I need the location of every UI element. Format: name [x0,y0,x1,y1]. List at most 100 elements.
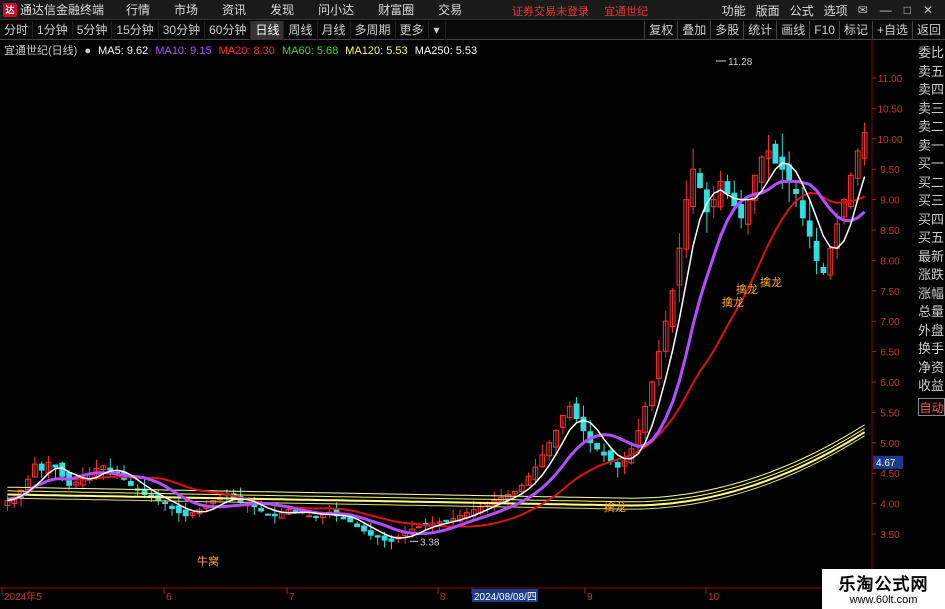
y-tick-label: 7.00 [880,317,900,328]
ma5-line [7,162,866,539]
side-item[interactable]: 买一 [918,155,945,174]
side-item[interactable]: 卖五 [918,63,945,82]
candle-body [265,513,271,516]
tool-fuquan[interactable]: 复权 [644,21,677,40]
tool-fanhui[interactable]: 返回 [911,21,945,40]
signal-label: 牛窝 [197,554,219,568]
side-item[interactable]: 最新 [918,248,945,267]
menu-item-zixun[interactable]: 资讯 [222,1,246,18]
tool-huaxian[interactable]: 画线 [776,21,809,40]
side-item[interactable]: 买二 [918,174,945,193]
chart-grid [0,40,918,609]
candle-body [607,450,614,462]
candle-body [786,164,793,182]
close-icon[interactable]: ✕ [923,3,933,17]
chart-stock-label: 宜通世纪(日线) [4,45,78,57]
tool-f10[interactable]: F10 [809,21,839,40]
menu-item-shichang[interactable]: 市场 [174,1,198,18]
candle-body [415,526,422,529]
period-monthly[interactable]: 月线 [318,20,351,40]
app-title: 通达信金融终端 [20,3,105,17]
candle-body [340,516,347,520]
x-tick-label: 8 [440,592,446,603]
side-item[interactable]: 买五 [918,229,945,248]
candle-body [175,505,182,514]
period-60min[interactable]: 60分钟 [205,20,252,40]
y-tick-label: 3.50 [880,530,900,541]
signal-label: 擒龙 [722,295,744,309]
side-item[interactable]: 外盘 [918,322,945,341]
candle-body [614,462,621,468]
period-5min[interactable]: 5分钟 [73,20,113,40]
menu-item-jiaoyi[interactable]: 交易 [438,1,462,18]
message-icon[interactable]: ✉ [858,3,868,17]
annotations: 11.283.38牛窝擒龙擒龙擒龙擒龙 [197,57,782,568]
ma-lines [7,162,866,539]
signal-label: 擒龙 [760,275,782,289]
tool-biaoji[interactable]: 标记 [838,21,872,40]
side-item[interactable]: 买三 [918,192,945,211]
menu-item-hangqing[interactable]: 行情 [126,1,150,18]
menu-item-banmian[interactable]: 版面 [756,2,780,19]
tool-tongji[interactable]: 统计 [743,21,776,40]
menu-item-faxian[interactable]: 发现 [270,1,294,18]
side-item[interactable]: 卖二 [918,118,945,137]
signal-label: 擒龙 [604,500,626,514]
menu-right: 功能 版面 公式 选项 ✉ — □ ✕ [722,0,945,20]
x-tick-label: 10 [708,592,720,603]
toolbar-right: 复权 叠加 多股 统计 画线 F10 标记 +自选 返回 [644,21,945,40]
side-item[interactable]: 卖三 [918,100,945,119]
minimize-icon[interactable]: — [880,3,892,17]
y-tick-label: 10.00 [877,135,902,146]
candle-body [374,535,381,538]
candle-body [772,143,779,164]
side-item[interactable]: 委比 [918,44,945,63]
side-item[interactable]: 收益 [918,377,945,396]
menu-item-gongshi[interactable]: 公式 [790,2,814,19]
x-tick-label: 9 [587,592,593,603]
side-item[interactable]: 卖四 [918,81,945,100]
menu-item-wenxiaoda[interactable]: 问小达 [318,1,354,18]
side-item[interactable]: 涨幅 [918,285,945,304]
y-tick-label: 9.50 [880,165,900,176]
side-item[interactable]: 买四 [918,211,945,230]
maximize-icon[interactable]: □ [904,3,911,17]
period-multi[interactable]: 多周期 [351,20,396,40]
y-tick-label: 5.00 [880,439,900,450]
side-item[interactable]: 卖一 [918,137,945,156]
tool-duogu[interactable]: 多股 [710,21,743,40]
login-status[interactable]: 证券交易未登录 [512,6,589,18]
auto-button[interactable]: 自动 [918,397,945,416]
ma-settings-icon[interactable]: ● [84,45,91,57]
menu-item-xuanxiang[interactable]: 选项 [824,2,848,19]
tool-diejia[interactable]: 叠加 [677,21,710,40]
period-fenshi[interactable]: 分时 [0,20,34,40]
candle-body [258,508,265,512]
period-15min[interactable]: 15分钟 [112,20,159,40]
candle-body [367,530,374,536]
side-item[interactable]: 净资 [918,359,945,378]
y-tick-label: 4.50 [880,469,900,480]
watermark-sub: www.60lt.com [849,594,918,606]
candlestick-chart[interactable]: 11.00 10.50 10.00 9.50 9.00 8.50 8.00 7.50 7.00 6… [0,40,918,609]
period-1min[interactable]: 1分钟 [33,20,73,40]
candle-body [169,505,175,509]
menu-item-gongneng[interactable]: 功能 [722,2,746,19]
period-30min[interactable]: 30分钟 [159,20,206,40]
ma10-label: MA10: 9.15 [155,45,212,57]
side-item[interactable]: 换手 [918,340,945,359]
y-tick-label: 10.50 [877,104,902,115]
candle-body [292,510,299,513]
side-item[interactable]: 总量 [918,303,945,322]
candle-body [594,443,601,450]
period-weekly[interactable]: 周线 [284,20,318,40]
period-daily[interactable]: 日线 [251,20,285,40]
side-item[interactable]: 涨跌 [918,266,945,285]
candle-body [724,181,731,195]
candle-body [813,241,820,261]
candle-body [182,509,189,517]
period-more-arrow-icon[interactable]: ▾ [429,20,446,40]
tool-zixuan[interactable]: +自选 [871,21,912,40]
menu-item-caifuquan[interactable]: 财富圈 [378,1,414,18]
period-more[interactable]: 更多 [396,20,429,40]
